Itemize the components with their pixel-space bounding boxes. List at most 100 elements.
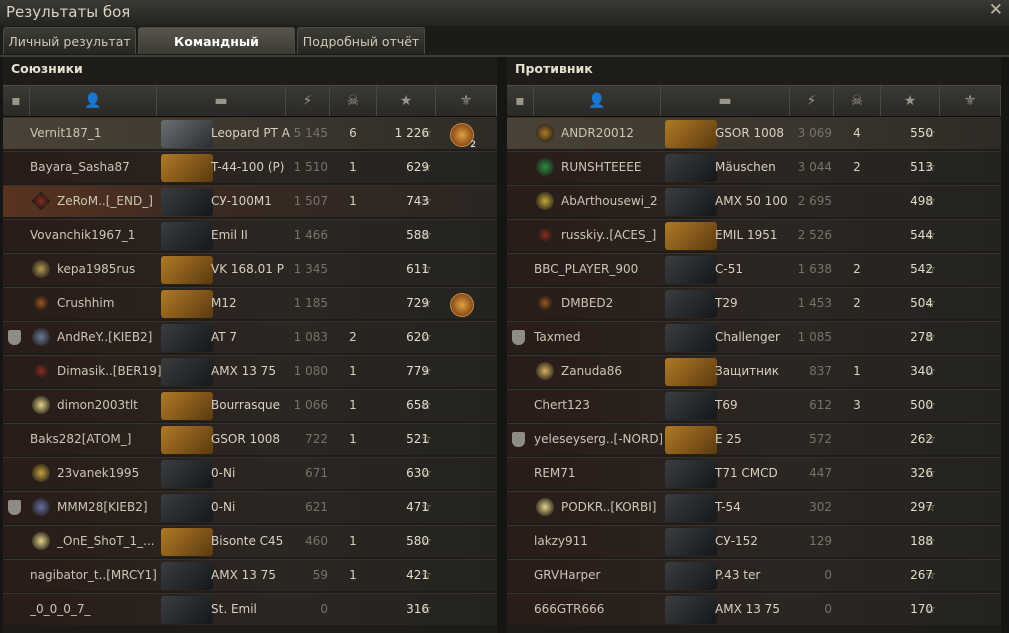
xp-star-icon: ☆ [925,160,936,174]
player-row[interactable]: 666GTR666 AMX 13 75 0 170 ☆ [507,593,1001,625]
player-name: Vernit187_1 [30,126,102,140]
player-row[interactable]: RUNSHTEEEE Mäuschen 3 044 2 513 ☆ [507,151,1001,183]
damage-column-header[interactable]: ⚡ [790,86,834,116]
xp-value: 544 [910,228,933,242]
damage-column-header[interactable]: ⚡ [286,86,330,116]
tank-image [665,494,717,522]
player-row[interactable]: russkiy..[ACES_] EMIL 1951 2 526 544 ☆ [507,219,1001,251]
xp-star-icon: ☆ [421,534,432,548]
xp-value: 504 [910,296,933,310]
rank-emblem-icon [32,260,50,278]
tank-column-header[interactable]: ▬ [661,86,790,116]
damage-value: 2 695 [797,194,832,208]
frags-value [333,492,373,523]
xp-value: 262 [910,432,933,446]
tank-image [665,528,717,556]
player-row[interactable]: dimon2003tlt Bourrasque 1 066 1 658 ☆ [3,389,497,421]
frags-value [837,560,877,591]
tank-image [161,154,213,182]
player-row[interactable]: ZeRoM..[_END_] СУ-100М1 1 507 1 743 ☆ [3,185,497,217]
player-row[interactable]: Chert123 T69 612 3 500 ☆ [507,389,1001,421]
tank-image [665,426,717,454]
tab-team-result[interactable]: Командный результат [138,27,295,76]
tank-image [665,120,717,148]
allies-panel: Союзники ▪ 👤 ▬ ⚡ ☠ ★ ⚜ Vernit187_1 Leopard PT A… [3,57,497,633]
player-row[interactable]: AbArthousewi_2 AMX 50 100 2 695 498 ☆ [507,185,1001,217]
player-row[interactable]: GRVHarper P.43 ter 0 267 ☆ [507,559,1001,591]
player-name: REM71 [534,466,576,480]
xp-star-column-header[interactable]: ★ [377,86,436,116]
player-column-header[interactable]: 👤 [534,86,661,116]
damage-value: 0 [824,568,832,582]
close-icon[interactable]: ✕ [989,0,1003,20]
damage-value: 1 083 [293,330,328,344]
player-column-header[interactable]: 👤 [30,86,157,116]
damage-value: 621 [305,500,328,514]
player-row[interactable]: kepa1985rus VK 168.01 P1 345 611 ☆ [3,253,497,285]
platoon-column-header[interactable]: ▪ [507,86,534,116]
player-row[interactable]: ANDR20012 GSOR 1008 3 069 4 550 ☆ [507,117,1001,149]
tank-column-header[interactable]: ▬ [157,86,286,116]
damage-value: 1 345 [293,262,328,276]
player-row[interactable]: Crushhim M12 1 185 729 ☆ [3,287,497,319]
player-name: _0_0_0_7_ [30,602,91,616]
medal-column-header[interactable]: ⚜ [436,86,497,116]
tank-image [665,392,717,420]
player-row[interactable]: BBC_PLAYER_900 С-51 1 638 2 542 ☆ [507,253,1001,285]
player-row[interactable]: _0_0_0_7_ St. Emil 0 316 ☆ [3,593,497,625]
player-row[interactable]: Zanuda86 Защитник 837 1 340 ☆ [507,355,1001,387]
damage-value: 1 466 [293,228,328,242]
xp-value: 550 [910,126,933,140]
player-row[interactable]: yeleseyserg..[-NORD] E 25 572 262 ☆ [507,423,1001,455]
frags-value [837,186,877,217]
enemies-panel: Противник ▪ 👤 ▬ ⚡ ☠ ★ ⚜ ANDR20012 GSOR 1008 3 06… [507,57,1001,633]
player-row[interactable]: _OnE_ShoT_1_... Bisonte C45 460 1 580 ☆ [3,525,497,557]
medal-icon[interactable] [450,293,474,317]
player-row[interactable]: REM71 T71 CMCD 447 326 ☆ [507,457,1001,489]
xp-star-icon: ☆ [925,398,936,412]
tank-image [665,358,717,386]
tab-detailed-report[interactable]: Подробный отчёт [297,27,425,54]
xp-value: 498 [910,194,933,208]
tab-personal-result[interactable]: Личный результат [3,27,136,54]
player-row[interactable]: AndReY..[KIEB2] AT 71 083 2 620 ☆ [3,321,497,353]
frags-value: 1 [349,534,357,548]
player-name: lakzy911 [534,534,588,548]
xp-star-icon: ☆ [421,432,432,446]
player-row[interactable]: DMBED2 T29 1 453 2 504 ☆ [507,287,1001,319]
xp-star-icon: ☆ [421,228,432,242]
frags-value: 1 [349,364,357,378]
platoon-badge-icon [8,330,21,345]
player-row[interactable]: PODKR..[KORBI] T-54 302 297 ☆ [507,491,1001,523]
tank-image [665,562,717,590]
tank-image [161,256,213,284]
player-row[interactable]: nagibator_t..[MRCY1] AMX 13 75 59 1 421 ☆ [3,559,497,591]
allies-title: Союзники [11,61,83,76]
frags-column-header[interactable]: ☠ [330,86,377,116]
xp-star-icon: ☆ [925,364,936,378]
player-row[interactable]: MMM28[KIEB2] 0-Ni 621 471 ☆ [3,491,497,523]
xp-value: 629 [406,160,429,174]
medal-column-header[interactable]: ⚜ [940,86,1001,116]
player-row[interactable]: Dimasik..[BER19] AMX 13 75 1 080 1 779 ☆ [3,355,497,387]
player-row[interactable]: Vernit187_1 Leopard PT A5 145 6 1 226 ☆ 2 [3,117,497,150]
xp-star-icon: ☆ [421,466,432,480]
xp-star-column-header[interactable]: ★ [881,86,940,116]
platoon-column-header[interactable]: ▪ [3,86,30,116]
player-row[interactable]: lakzy911 СУ-152 129 188 ☆ [507,525,1001,557]
player-row[interactable]: Bayara_Sasha87 T-44-100 (P) 1 510 1 629 ☆ [3,151,497,183]
player-row[interactable]: 23vanek1995 0-Ni 671 630 ☆ [3,457,497,489]
tank-image [665,154,717,182]
frags-icon: ☠ [346,93,360,109]
damage-value: 1 638 [797,262,832,276]
damage-value: 0 [320,602,328,616]
player-row[interactable]: Vovanchik1967_1 Emil II 1 466 588 ☆ [3,219,497,251]
medal-icon[interactable]: 2 [450,123,476,150]
player-row[interactable]: Taxmed Challenger 1 085 278 ☆ [507,321,1001,353]
tank-image [161,562,213,590]
rank-emblem-icon [536,124,554,142]
xp-value: 588 [406,228,429,242]
player-row[interactable]: Baks282[ATOM_] GSOR 1008 722 1 521 ☆ [3,423,497,455]
frags-column-header[interactable]: ☠ [834,86,881,116]
xp-value: 658 [406,398,429,412]
